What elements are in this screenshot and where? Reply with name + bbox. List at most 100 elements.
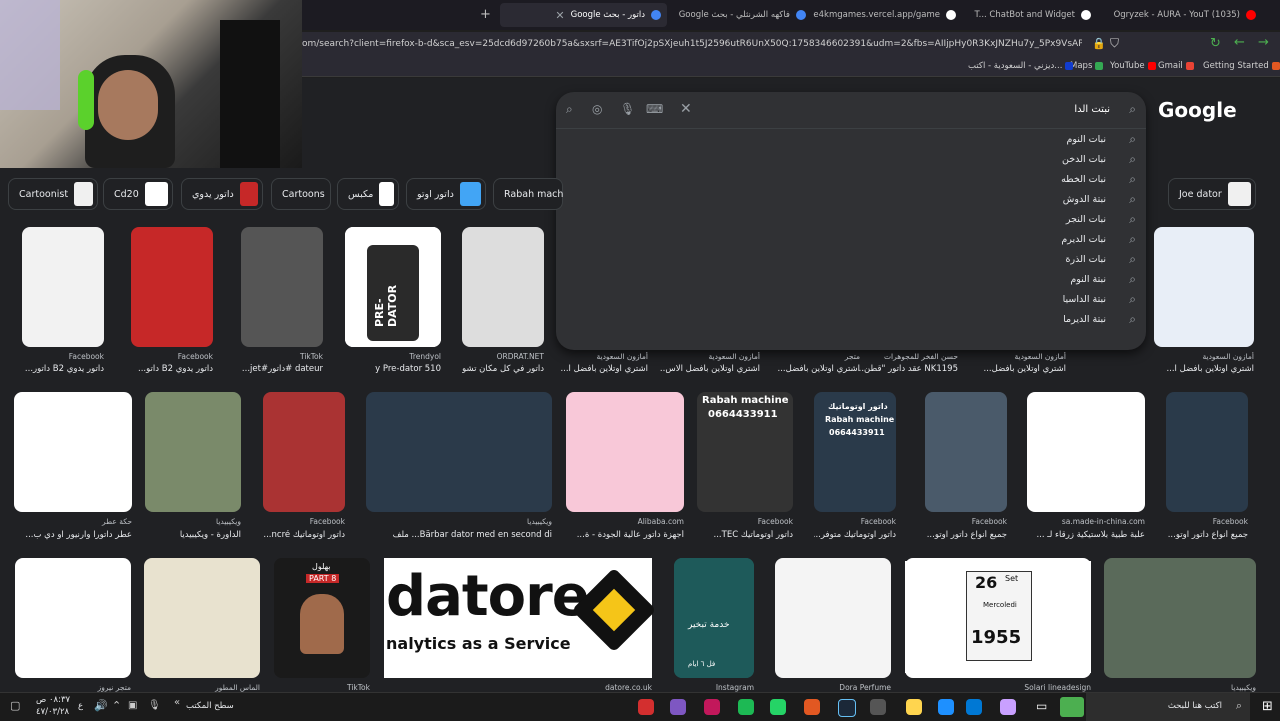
result-source[interactable]: ويكيبيديا [1104,683,1256,692]
language-indicator[interactable]: ع [78,701,83,711]
result-image[interactable] [1027,392,1145,512]
volume-icon[interactable]: 🔊 [94,699,108,712]
record-icon[interactable] [638,699,654,715]
result-source[interactable]: Instagram [674,683,754,692]
app-icon[interactable] [670,699,686,715]
result-source[interactable]: Facebook [814,517,896,526]
suggestion-item[interactable]: نبات الديرم [1061,234,1106,245]
desktop-toolbar-label[interactable]: سطح المكتب [186,701,234,711]
clock-time[interactable]: ٠٨:٣٧ ص [36,695,70,705]
filter-chip[interactable]: Cartoonist [8,178,98,210]
result-title[interactable]: NK1195 عقد داتور "قطن... [858,364,958,374]
filter-chip[interactable]: داتور يدوي [181,178,263,210]
bookmark-getting-started[interactable]: Getting Started [1203,61,1280,71]
tab-google-dator[interactable]: داتور - بحث Google ✕ [500,3,667,27]
microphone-icon[interactable]: 🎙 [620,102,635,116]
keyboard-icon[interactable]: ⌨ [646,102,663,116]
suggestion-item[interactable]: نبتة النوم [1070,274,1106,285]
result-source[interactable]: Facebook [925,517,1007,526]
result-title[interactable]: اشتري اوتلاين بأفضل ا... [548,364,648,374]
result-title[interactable]: اشتري اوتلاين بأفضل الاس... [660,364,760,374]
result-title[interactable]: داتور يدوي B2 داتو... [131,364,213,374]
firefox-icon[interactable] [804,699,820,715]
result-image[interactable] [1104,558,1256,678]
result-image[interactable] [145,392,241,512]
result-image[interactable] [144,558,260,678]
result-image[interactable] [1166,392,1248,512]
result-title[interactable]: Bärbar dator med en second di... ملف [366,530,552,540]
result-title[interactable]: جميع أنواع داتور اوتو... [925,530,1007,540]
result-source[interactable]: ويكيبيديا [366,517,552,526]
search-input[interactable]: نبتت الدا [1074,104,1110,115]
filter-chip[interactable]: Cartoons [271,178,331,210]
result-source[interactable]: أمازون السعودية [1154,352,1254,361]
filter-chip[interactable]: Rabah mach [493,178,563,210]
result-source[interactable]: Dora Perfume [775,683,891,692]
bookmark-youtube[interactable]: YouTube [1110,61,1156,71]
result-image[interactable] [775,558,891,678]
result-image[interactable] [131,227,213,347]
result-source[interactable]: متجر نيروز [15,683,131,692]
suggestion-item[interactable]: نبات الذرة [1066,254,1106,265]
result-source[interactable]: حسن الفخر للمجوهرات [858,352,958,361]
result-source[interactable]: TikTok [241,352,323,361]
bookmark-disney[interactable]: ديزني - السعودية - اكتب... [968,61,1074,71]
result-source[interactable]: Alibaba.com [566,517,684,526]
result-source[interactable]: أمازون السعودية [548,352,648,361]
shield-icon[interactable]: ⛉ [1110,36,1119,51]
result-source[interactable]: أمازون السعودية [966,352,1066,361]
suggestion-item[interactable]: نبات الخطه [1061,174,1106,185]
epic-games-icon[interactable] [870,699,886,715]
result-source[interactable]: datore.co.uk [384,683,652,692]
clear-icon[interactable]: ✕ [680,101,692,117]
result-title[interactable]: اشتري اوتلاين بأفضل ا... [1154,364,1254,374]
suggestion-item[interactable]: نبتة الداسيا [1063,294,1106,305]
suggestion-item[interactable]: نبتة الدوش [1063,194,1106,205]
microphone-icon[interactable]: 🎙 [148,700,161,711]
new-tab-icon[interactable]: + [480,7,491,22]
windows-start-icon[interactable]: ⊞ [1262,699,1273,714]
clock-date[interactable]: ٤٧/٠٣/٢٨ [36,707,69,717]
filter-chip[interactable]: مكبس [337,178,399,210]
result-source[interactable]: TikTok [274,683,370,692]
spotify-icon[interactable] [738,699,754,715]
result-title[interactable]: عطر داتورا وارنيور او دي ب... [14,530,132,540]
task-view-icon[interactable]: ▭ [1036,699,1047,713]
result-source[interactable]: ORDRAT.NET [462,352,544,361]
result-title[interactable]: جميع أنواع داتور اوتو... [1166,530,1248,540]
suggestion-item[interactable]: نبات النوم [1066,134,1106,145]
bookmark-maps[interactable]: Maps [1070,61,1104,71]
result-title[interactable]: داتور أوتوماتيك TEC... [697,530,793,540]
suggestion-item[interactable]: نبتة الديرما [1063,314,1106,325]
result-image[interactable] [263,392,345,512]
result-title[interactable]: أجهزة داتور عالية الجودة - ة... [566,530,684,540]
result-source[interactable]: أمازون السعودية [660,352,760,361]
result-image[interactable] [1154,227,1254,347]
result-title[interactable]: اشتري اوتلاين بأفضل... [760,364,860,374]
result-source[interactable]: متجر [760,352,860,361]
result-source[interactable]: sa.made-in-china.com [1027,517,1145,526]
result-title[interactable]: علبة طبية بلاستيكية زرقاء لـ ... [1027,530,1145,540]
result-source[interactable]: Facebook [22,352,104,361]
result-image[interactable] [366,392,552,512]
result-source[interactable]: حكة عطر [14,517,132,526]
tab-e4kmgames[interactable]: e4kmgames.vercel.app/game [810,3,962,27]
tab-chatbot[interactable]: T... ChatBot and Widget [960,3,1097,27]
result-source[interactable]: الماس المطور [144,683,260,692]
steam-icon[interactable] [838,699,856,717]
google-logo[interactable]: Google [1158,98,1237,122]
whatsapp-icon[interactable] [770,699,786,715]
result-title[interactable]: dateur #داتور#jet... [241,364,323,374]
suggestion-item[interactable]: نبات الدخن [1062,154,1106,165]
result-source[interactable]: ويكيبيديا [145,517,241,526]
file-explorer-icon[interactable] [906,699,922,715]
app-icon[interactable] [704,699,720,715]
bookmark-gmail[interactable]: Gmail [1158,61,1194,71]
result-image[interactable] [241,227,323,347]
result-title[interactable]: داتور يدوي B2 داتور... [22,364,104,374]
network-icon[interactable]: ▣ [128,700,137,711]
notifications-icon[interactable]: ▢ [10,699,20,712]
taskbar-search-box[interactable]: ⌕ اكتب هنا للبحث [1086,693,1250,721]
result-source[interactable]: Facebook [131,352,213,361]
filter-chip[interactable]: Joe dator [1168,178,1256,210]
